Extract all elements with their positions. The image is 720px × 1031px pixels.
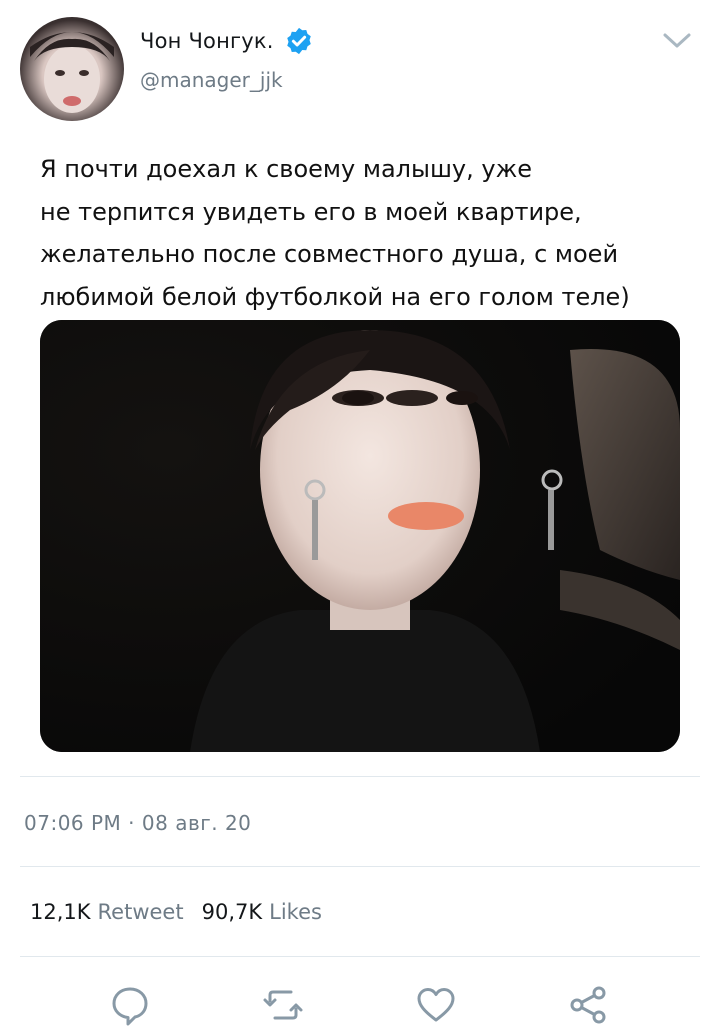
retweet-label[interactable]: Retweet [98, 900, 184, 924]
divider [20, 776, 700, 777]
name-row: Чон Чонгук. [140, 26, 314, 56]
tweet-timestamp[interactable]: 07:06 PM · 08 авг. 20 [24, 811, 251, 835]
verified-badge-icon [286, 27, 311, 55]
author-avatar[interactable] [20, 17, 124, 121]
comment-icon [112, 987, 148, 1026]
author-handle[interactable]: @manager_jjk [140, 68, 283, 92]
tweet-stats: 12,1K Retweet 90,7K Likes [30, 900, 340, 924]
share-button[interactable] [567, 983, 611, 1027]
like-button[interactable] [414, 983, 458, 1027]
chevron-down-icon[interactable] [660, 28, 694, 52]
retweet-count[interactable]: 12,1K [30, 900, 91, 924]
tweet-text: Я почти доехал к своему малышу, уже не т… [40, 155, 630, 311]
likes-count[interactable]: 90,7K [202, 900, 263, 924]
divider [20, 866, 700, 867]
divider [20, 956, 700, 957]
reply-button[interactable] [108, 983, 152, 1027]
author-display-name[interactable]: Чон Чонгук. [140, 29, 274, 53]
likes-label[interactable]: Likes [269, 900, 322, 924]
selfie-photo [40, 320, 680, 752]
avatar-photo [30, 32, 114, 113]
tweet-header: Чон Чонгук. @manager_jjk [0, 0, 720, 130]
share-icon [570, 986, 606, 1024]
retweet-icon [263, 990, 303, 1020]
tweet-media[interactable] [40, 320, 680, 752]
heart-icon [417, 988, 455, 1022]
retweet-button[interactable] [261, 983, 305, 1027]
